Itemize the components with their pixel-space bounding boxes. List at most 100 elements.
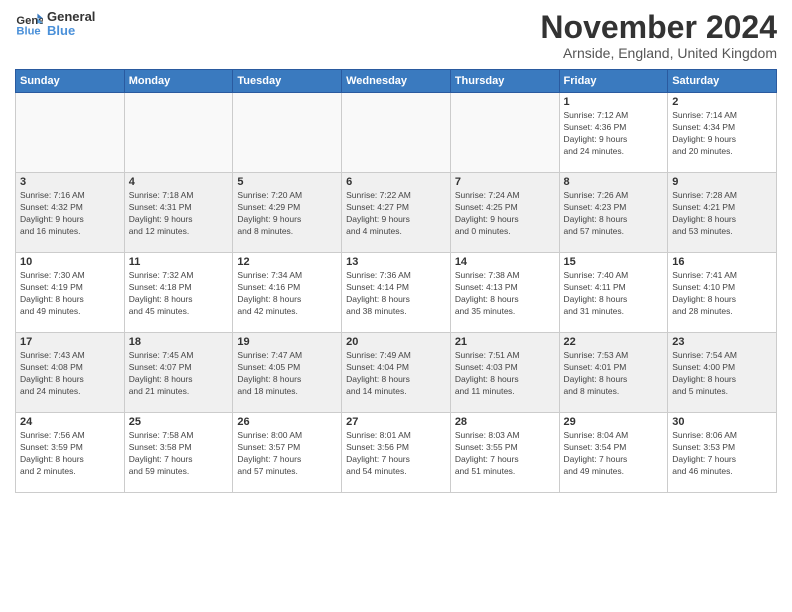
header-monday: Monday (124, 70, 233, 93)
day-number: 17 (20, 336, 120, 348)
day-info: Sunrise: 7:51 AMSunset: 4:03 PMDaylight:… (455, 350, 555, 398)
day-number: 3 (20, 176, 120, 188)
header-sunday: Sunday (16, 70, 125, 93)
day-info: Sunrise: 7:18 AMSunset: 4:31 PMDaylight:… (129, 190, 229, 238)
day-info: Sunrise: 7:34 AMSunset: 4:16 PMDaylight:… (237, 270, 337, 318)
day-info: Sunrise: 7:20 AMSunset: 4:29 PMDaylight:… (237, 190, 337, 238)
day-number: 5 (237, 176, 337, 188)
table-row: 8Sunrise: 7:26 AMSunset: 4:23 PMDaylight… (559, 173, 668, 253)
table-row: 11 Sunrise: 7:32 AMSunset: 4:18 PMDayligh… (124, 253, 233, 333)
table-row: 28 Sunrise: 8:03 AMSunset: 3:55 PMDayligh… (450, 413, 559, 493)
day-number: 10 (20, 256, 120, 268)
table-row (233, 93, 342, 173)
day-info: Sunrise: 7:43 AMSunset: 4:08 PMDaylight:… (20, 350, 120, 398)
calendar-week-row: 17 Sunrise: 7:43 AMSunset: 4:08 PMDayligh… (16, 333, 777, 413)
table-row: 22 Sunrise: 7:53 AMSunset: 4:01 PMDayligh… (559, 333, 668, 413)
day-number: 22 (564, 336, 664, 348)
day-info: Sunrise: 7:14 AMSunset: 4:34 PMDaylight:… (672, 110, 772, 158)
table-row: 14Sunrise: 7:38 AMSunset: 4:13 PMDayligh… (450, 253, 559, 333)
table-row: 13 Sunrise: 7:36 AMSunset: 4:14 PMDayligh… (342, 253, 451, 333)
day-number: 21 (455, 336, 555, 348)
day-info: Sunrise: 7:12 AMSunset: 4:36 PMDaylight:… (564, 110, 664, 158)
day-info: Sunrise: 7:53 AMSunset: 4:01 PMDaylight:… (564, 350, 664, 398)
day-number: 4 (129, 176, 229, 188)
day-number: 20 (346, 336, 446, 348)
day-info: Sunrise: 7:36 AMSunset: 4:14 PMDaylight:… (346, 270, 446, 318)
table-row: 1Sunrise: 7:12 AMSunset: 4:36 PMDaylight… (559, 93, 668, 173)
day-number: 15 (564, 256, 664, 268)
table-row (124, 93, 233, 173)
table-row: 25 Sunrise: 7:58 AMSunset: 3:58 PMDayligh… (124, 413, 233, 493)
header-wednesday: Wednesday (342, 70, 451, 93)
day-info: Sunrise: 8:00 AMSunset: 3:57 PMDaylight:… (237, 430, 337, 478)
day-info: Sunrise: 7:58 AMSunset: 3:58 PMDaylight:… (129, 430, 229, 478)
table-row: 10Sunrise: 7:30 AMSunset: 4:19 PMDayligh… (16, 253, 125, 333)
header-thursday: Thursday (450, 70, 559, 93)
day-number: 13 (346, 256, 446, 268)
day-number: 26 (237, 416, 337, 428)
table-row: 15Sunrise: 7:40 AMSunset: 4:11 PMDayligh… (559, 253, 668, 333)
logo: General Blue General Blue (15, 10, 95, 39)
table-row: 21 Sunrise: 7:51 AMSunset: 4:03 PMDayligh… (450, 333, 559, 413)
day-info: Sunrise: 8:03 AMSunset: 3:55 PMDaylight:… (455, 430, 555, 478)
table-row (342, 93, 451, 173)
day-info: Sunrise: 7:32 AMSunset: 4:18 PMDaylight:… (129, 270, 229, 318)
table-row: 7 Sunrise: 7:24 AMSunset: 4:25 PMDaylight… (450, 173, 559, 253)
table-row: 18Sunrise: 7:45 AMSunset: 4:07 PMDayligh… (124, 333, 233, 413)
table-row: 16 Sunrise: 7:41 AMSunset: 4:10 PMDayligh… (668, 253, 777, 333)
calendar-week-row: 24 Sunrise: 7:56 AMSunset: 3:59 PMDayligh… (16, 413, 777, 493)
day-number: 8 (564, 176, 664, 188)
day-info: Sunrise: 7:54 AMSunset: 4:00 PMDaylight:… (672, 350, 772, 398)
day-info: Sunrise: 8:04 AMSunset: 3:54 PMDaylight:… (564, 430, 664, 478)
day-number: 9 (672, 176, 772, 188)
page: General Blue General Blue November 2024 … (0, 0, 792, 612)
calendar-header-row: Sunday Monday Tuesday Wednesday Thursday… (16, 70, 777, 93)
day-number: 19 (237, 336, 337, 348)
table-row: 30Sunrise: 8:06 AMSunset: 3:53 PMDayligh… (668, 413, 777, 493)
table-row: 3 Sunrise: 7:16 AMSunset: 4:32 PMDaylight… (16, 173, 125, 253)
month-title: November 2024 (540, 10, 777, 45)
title-block: November 2024 Arnside, England, United K… (540, 10, 777, 61)
calendar-week-row: 1Sunrise: 7:12 AMSunset: 4:36 PMDaylight… (16, 93, 777, 173)
day-info: Sunrise: 7:38 AMSunset: 4:13 PMDaylight:… (455, 270, 555, 318)
day-info: Sunrise: 7:49 AMSunset: 4:04 PMDaylight:… (346, 350, 446, 398)
day-number: 7 (455, 176, 555, 188)
subtitle: Arnside, England, United Kingdom (540, 45, 777, 61)
calendar-week-row: 10Sunrise: 7:30 AMSunset: 4:19 PMDayligh… (16, 253, 777, 333)
day-number: 30 (672, 416, 772, 428)
day-number: 27 (346, 416, 446, 428)
table-row (16, 93, 125, 173)
day-info: Sunrise: 7:56 AMSunset: 3:59 PMDaylight:… (20, 430, 120, 478)
table-row: 20 Sunrise: 7:49 AMSunset: 4:04 PMDayligh… (342, 333, 451, 413)
header-tuesday: Tuesday (233, 70, 342, 93)
day-info: Sunrise: 7:28 AMSunset: 4:21 PMDaylight:… (672, 190, 772, 238)
logo-line1: General (47, 10, 95, 24)
day-number: 11 (129, 256, 229, 268)
table-row: 19 Sunrise: 7:47 AMSunset: 4:05 PMDayligh… (233, 333, 342, 413)
table-row: 2 Sunrise: 7:14 AMSunset: 4:34 PMDaylight… (668, 93, 777, 173)
day-info: Sunrise: 7:47 AMSunset: 4:05 PMDaylight:… (237, 350, 337, 398)
table-row: 26 Sunrise: 8:00 AMSunset: 3:57 PMDayligh… (233, 413, 342, 493)
table-row: 24 Sunrise: 7:56 AMSunset: 3:59 PMDayligh… (16, 413, 125, 493)
header-friday: Friday (559, 70, 668, 93)
header-saturday: Saturday (668, 70, 777, 93)
calendar-week-row: 3 Sunrise: 7:16 AMSunset: 4:32 PMDaylight… (16, 173, 777, 253)
day-number: 24 (20, 416, 120, 428)
table-row: 12 Sunrise: 7:34 AMSunset: 4:16 PMDayligh… (233, 253, 342, 333)
header: General Blue General Blue November 2024 … (15, 10, 777, 61)
day-number: 28 (455, 416, 555, 428)
day-info: Sunrise: 7:41 AMSunset: 4:10 PMDaylight:… (672, 270, 772, 318)
day-info: Sunrise: 7:16 AMSunset: 4:32 PMDaylight:… (20, 190, 120, 238)
day-number: 25 (129, 416, 229, 428)
day-number: 16 (672, 256, 772, 268)
day-info: Sunrise: 8:01 AMSunset: 3:56 PMDaylight:… (346, 430, 446, 478)
table-row: 23Sunrise: 7:54 AMSunset: 4:00 PMDayligh… (668, 333, 777, 413)
day-info: Sunrise: 7:24 AMSunset: 4:25 PMDaylight:… (455, 190, 555, 238)
day-number: 12 (237, 256, 337, 268)
day-info: Sunrise: 7:45 AMSunset: 4:07 PMDaylight:… (129, 350, 229, 398)
logo-line2: Blue (47, 24, 95, 38)
day-number: 2 (672, 96, 772, 108)
table-row: 4 Sunrise: 7:18 AMSunset: 4:31 PMDaylight… (124, 173, 233, 253)
logo-icon: General Blue (15, 10, 43, 38)
table-row: 6Sunrise: 7:22 AMSunset: 4:27 PMDaylight… (342, 173, 451, 253)
